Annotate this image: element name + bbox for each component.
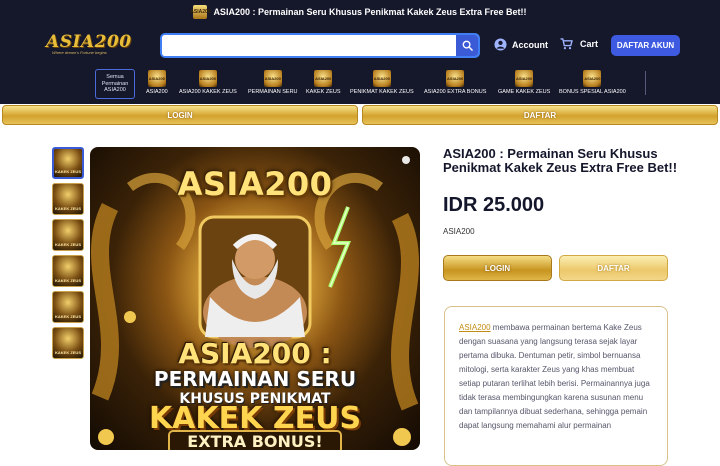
nav-item-label: ASIA200 [146,89,168,95]
product-description: ASIA200 membawa permainan bertema Kake Z… [444,306,668,466]
hero-line-5: EXTRA BONUS! [168,430,342,450]
product-hero-image[interactable]: ASIA200 ASIA200 : PERMAINAN SERU KHUSUS … [90,147,420,450]
hero-brand: ASIA200 [177,165,333,203]
nav-item-label: PERMAINAN SERU [248,89,298,95]
announcement-logo: ASIA200 [190,5,211,19]
thumbnail[interactable]: KAKEK ZEUS [52,327,84,359]
nav-item-label: ASIA200 KAKEK ZEUS [179,89,237,95]
nav-item-icon: ASIA200 [372,70,391,87]
product-title: ASIA200 : Permainan Seru Khusus Penikmat… [443,146,678,175]
nav-item-asia200-kakek-zeus[interactable]: ASIA200 ASIA200 KAKEK ZEUS [179,70,237,95]
nav-item-label: GAME KAKEK ZEUS [498,89,551,95]
cart-icon [560,38,573,50]
product-price: IDR 25.000 [443,194,545,216]
nav-item-label: KAKEK ZEUS [306,89,341,95]
logo-text: ASIA200 [46,32,132,52]
user-icon [494,38,507,51]
search-input[interactable] [162,35,458,56]
cart-label: Cart [580,39,599,49]
site-header: ASIA200 Where dream's Fortune begins Acc… [0,24,720,68]
search-button[interactable] [456,35,478,56]
hero-line-1: ASIA200 : [178,337,332,370]
thumbnail[interactable]: KAKEK ZEUS [52,183,84,215]
nav-item-icon: ASIA200 [147,70,166,87]
nav-item-icon: ASIA200 [515,70,534,87]
category-nav: Semua Permainan ASIA200 ASIA200 ASIA200 … [0,68,720,104]
nav-divider [645,71,646,95]
announcement-bar: ASIA200 ASIA200 : Permainan Seru Khusus … [0,0,720,24]
thumbnail[interactable]: KAKEK ZEUS [52,219,84,251]
nav-item-bonus-spesial-asia200[interactable]: ASIA200 BONUS SPESIAL ASIA200 [559,70,626,95]
cart-link[interactable]: Cart [560,38,598,50]
nav-item-asia200[interactable]: ASIA200 ASIA200 [146,70,168,95]
description-link[interactable]: ASIA200 [459,323,491,332]
thumbnail-list: KAKEK ZEUS KAKEK ZEUS KAKEK ZEUS KAKEK Z… [52,147,85,363]
top-login-button[interactable]: LOGIN [2,105,358,125]
thumbnail[interactable]: KAKEK ZEUS [52,291,84,323]
top-register-button[interactable]: DAFTAR [362,105,718,125]
register-button[interactable]: DAFTAR [559,255,668,281]
nav-item-label: ASIA200 EXTRA BONUS [424,89,487,95]
nav-item-label: BONUS SPESIAL ASIA200 [559,89,626,95]
search-icon [462,40,473,51]
login-button[interactable]: LOGIN [443,255,552,281]
nav-item-permainan-seru[interactable]: ASIA200 PERMAINAN SERU [248,70,298,95]
search-box [160,33,480,58]
hero-line-2: PERMAINAN SERU [153,367,357,391]
nav-item-asia200-extra-bonus[interactable]: ASIA200 ASIA200 EXTRA BONUS [424,70,486,95]
thumbnail[interactable]: KAKEK ZEUS [52,147,84,179]
register-account-button[interactable]: DAFTAR AKUN [611,35,680,56]
site-logo[interactable]: ASIA200 Where dream's Fortune begins [46,32,138,60]
account-link[interactable]: Account [494,38,548,51]
nav-item-icon: ASIA200 [314,70,333,87]
description-text: membawa permainan bertema Kake Zeus deng… [459,323,650,430]
nav-item-icon: ASIA200 [446,70,465,87]
nav-all-games[interactable]: Semua Permainan ASIA200 [95,69,135,99]
nav-item-icon: ASIA200 [198,70,217,87]
nav-item-icon: ASIA200 [583,70,602,87]
nav-item-penikmat-kakek-zeus[interactable]: ASIA200 PENIKMAT KAKEK ZEUS [350,70,414,95]
nav-item-icon: ASIA200 [263,70,282,87]
nav-item-game-kakek-zeus[interactable]: ASIA200 GAME KAKEK ZEUS [498,70,550,95]
announcement-text: ASIA200 : Permainan Seru Khusus Penikmat… [213,7,527,17]
nav-item-kakek-zeus[interactable]: ASIA200 KAKEK ZEUS [306,70,341,95]
thumbnail[interactable]: KAKEK ZEUS [52,255,84,287]
product-brand: ASIA200 [443,227,475,236]
nav-item-label: PENIKMAT KAKEK ZEUS [350,89,414,95]
account-label: Account [512,39,548,50]
carousel-indicator[interactable] [402,156,410,164]
